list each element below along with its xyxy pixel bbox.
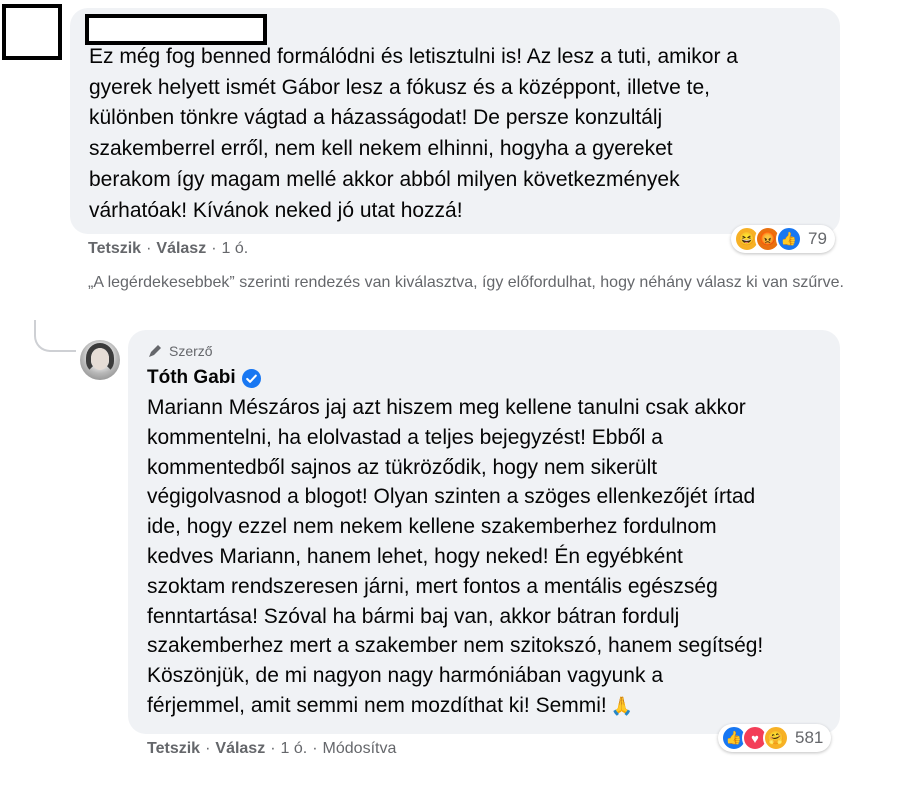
reply-actions: Tetszik · Válasz · 1 ó. · Módosítva [147, 740, 396, 758]
edited-label: Módosítva [322, 740, 397, 757]
redacted-avatar [2, 4, 62, 60]
folded-hands-icon: 🙏 [610, 695, 634, 716]
reply-button[interactable]: Válasz [156, 240, 206, 258]
separator-dot: · [205, 740, 211, 757]
author-name[interactable]: Tóth Gabi [147, 367, 840, 389]
timestamp[interactable]: 1 ó. [222, 240, 249, 258]
author-avatar[interactable] [80, 340, 120, 380]
verified-badge-icon [241, 368, 261, 388]
thread-connector [34, 320, 76, 352]
reaction-count: 79 [808, 229, 827, 248]
separator-dot: · [211, 240, 217, 257]
reply-button[interactable]: Válasz [215, 740, 265, 758]
author-badge: Szerző [147, 341, 840, 361]
like-button[interactable]: Tetszik [147, 740, 200, 758]
like-button[interactable]: Tetszik [88, 240, 141, 258]
author-name-text[interactable]: Tóth Gabi [147, 367, 236, 389]
pencil-icon [149, 345, 161, 357]
author-badge-label: Szerző [169, 343, 213, 359]
separator-dot: · [146, 240, 152, 257]
comment-reactions[interactable]: 😆 😡 👍 79 [731, 225, 835, 253]
separator-dot: · [312, 740, 318, 757]
like-icon: 👍 [776, 226, 802, 252]
care-icon: 🤗 [763, 725, 789, 751]
reply-text: Mariann Mészáros jaj azt hiszem meg kell… [147, 393, 837, 722]
reply-bubble: Szerző Tóth Gabi Mariann Mészáros jaj az… [128, 330, 840, 734]
reaction-count: 581 [795, 728, 824, 747]
redacted-commenter-name [85, 14, 267, 45]
reply-reactions[interactable]: 👍 ♥ 🤗 581 [718, 724, 832, 752]
comment-text: Ez még fog benned formálódni és letisztu… [89, 45, 738, 222]
separator-dot: · [270, 740, 276, 757]
timestamp[interactable]: 1 ó. [281, 740, 308, 758]
sort-notice: „A legérdekesebbek” szerinti rendezés va… [88, 274, 844, 291]
comment-actions: Tetszik · Válasz · 1 ó. [88, 240, 248, 258]
